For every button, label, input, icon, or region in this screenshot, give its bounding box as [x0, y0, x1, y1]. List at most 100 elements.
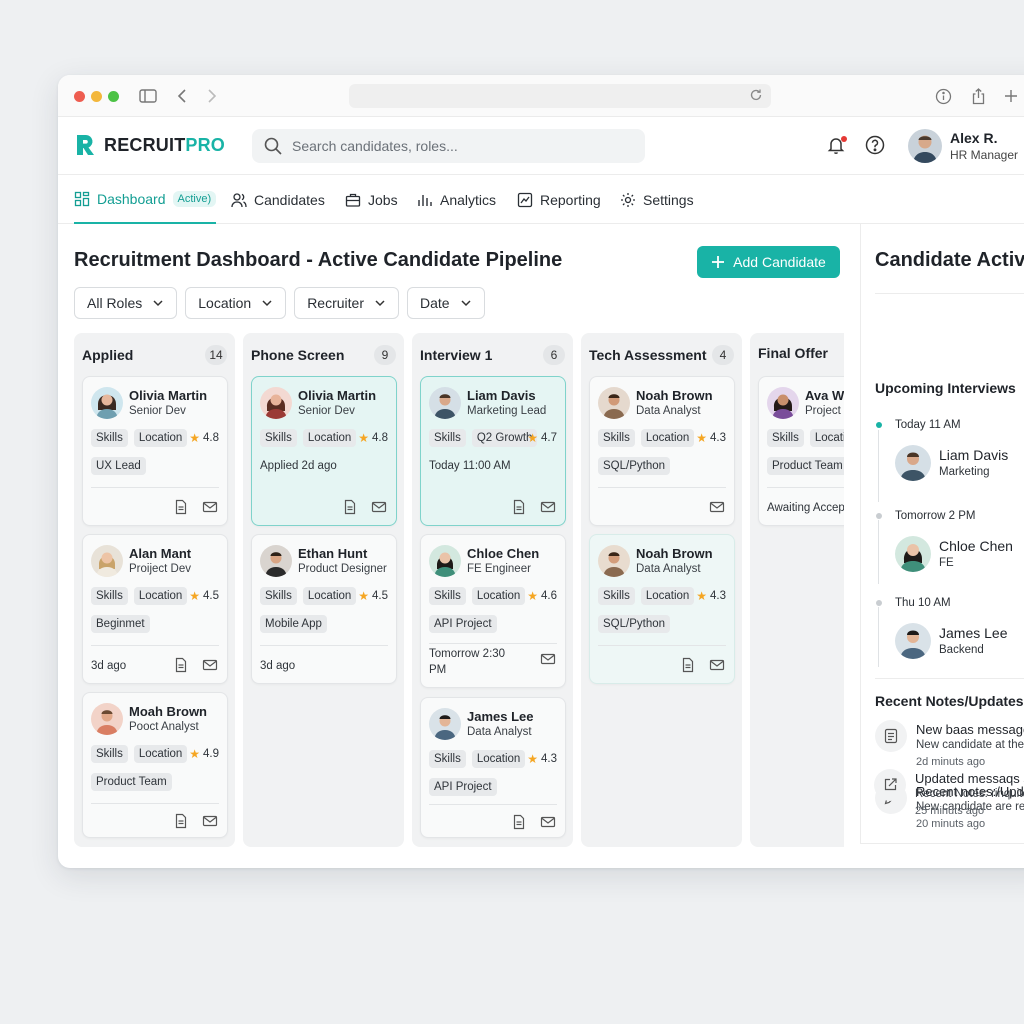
- tab-reporting-label: Reporting: [540, 191, 601, 208]
- filter-date[interactable]: Date: [406, 287, 485, 319]
- tag-extra: Product Team: [91, 773, 172, 791]
- mail-icon[interactable]: [540, 651, 556, 667]
- avatar: [91, 545, 123, 577]
- reload-icon[interactable]: [749, 88, 765, 104]
- browser-window: RECRUITPRO Alex R. HR Manager Da: [58, 75, 1024, 868]
- candidate-card[interactable]: James Lee Data Analyst Skills Location ★ 4…: [420, 697, 566, 838]
- avatar: [91, 387, 123, 419]
- tag-extra: UX Lead: [91, 457, 146, 475]
- tag-extra: API Project: [429, 778, 497, 796]
- interview-time: Thu 10 AM: [895, 597, 951, 609]
- maximize-window-button[interactable]: [108, 91, 119, 102]
- address-bar[interactable]: [349, 84, 771, 108]
- card-divider: [260, 645, 388, 646]
- interview-candidate-name[interactable]: James Lee: [939, 625, 1007, 641]
- candidate-card[interactable]: Chloe Chen FE Engineer Skills Location ★ 4…: [420, 534, 566, 688]
- back-icon[interactable]: [173, 87, 191, 105]
- info-icon[interactable]: [934, 87, 952, 105]
- tab-analytics[interactable]: Analytics: [417, 175, 496, 224]
- candidate-card[interactable]: Alan Mant Proiject Dev Skills Location ★ 4…: [82, 534, 228, 684]
- search-input[interactable]: [292, 138, 622, 154]
- filter-label: Location: [198, 295, 252, 311]
- mail-icon[interactable]: [709, 499, 725, 515]
- rating-value: 4.3: [710, 432, 726, 444]
- candidate-card[interactable]: Liam Davis Marketing Lead Skills Q2 Growt…: [420, 376, 566, 526]
- mail-icon[interactable]: [709, 657, 725, 673]
- candidate-card[interactable]: Ethan Hunt Product Designer Skills Locati…: [251, 534, 397, 684]
- star-icon: ★: [358, 589, 369, 603]
- document-icon[interactable]: [511, 499, 527, 515]
- card-divider: [91, 645, 219, 646]
- interview-candidate-name[interactable]: Liam Davis: [939, 447, 1008, 463]
- candidate-name: James Lee: [467, 709, 534, 724]
- app-header: RECRUITPRO Alex R. HR Manager: [58, 117, 1024, 175]
- dashboard-grid-icon: [74, 191, 90, 206]
- chevron-down-icon: [262, 300, 272, 307]
- card-note: 3d ago: [260, 660, 296, 672]
- avatar: [429, 545, 461, 577]
- document-icon[interactable]: [511, 814, 527, 830]
- forward-icon[interactable]: [203, 87, 221, 105]
- candidate-card[interactable]: Olivia Martin Senior Dev Skills Location …: [251, 376, 397, 526]
- notifications-bell-icon[interactable]: [826, 135, 848, 157]
- tab-candidates[interactable]: Candidates: [231, 175, 325, 224]
- interview-time: Today 11 AM: [895, 419, 961, 431]
- brand-logo[interactable]: RECRUITPRO: [74, 133, 225, 157]
- note-title[interactable]: New baas message: [916, 722, 1024, 737]
- filter-recruiter[interactable]: Recruiter: [294, 287, 399, 319]
- document-icon[interactable]: [173, 499, 189, 515]
- close-window-button[interactable]: [74, 91, 85, 102]
- tag-skills: Skills: [429, 587, 466, 605]
- document-icon[interactable]: [342, 499, 358, 515]
- help-icon[interactable]: [865, 135, 887, 157]
- user-menu[interactable]: Alex R. HR Manager: [908, 129, 1024, 163]
- search-bar[interactable]: [252, 129, 645, 163]
- rating-value: 4.9: [203, 748, 219, 760]
- mail-icon[interactable]: [202, 499, 218, 515]
- minimize-window-button[interactable]: [91, 91, 102, 102]
- document-icon[interactable]: [173, 657, 189, 673]
- document-icon[interactable]: [680, 657, 696, 673]
- candidate-role: Data Analyst: [636, 563, 701, 575]
- user-avatar: [908, 129, 942, 163]
- candidate-card[interactable]: Noah Brown Data Analyst Skills Location ★…: [589, 534, 735, 684]
- candidate-role: FE Engineer: [467, 563, 531, 575]
- note-title[interactable]: Updated messaqs s: [915, 771, 1024, 786]
- tab-jobs[interactable]: Jobs: [345, 175, 398, 224]
- timeline-dot: [876, 422, 882, 428]
- candidate-card[interactable]: Olivia Martin Senior Dev Skills Location …: [82, 376, 228, 526]
- tab-dashboard[interactable]: Dashboard Active): [74, 175, 217, 224]
- candidate-card[interactable]: Ava Wil Project M Skills Locatio Product …: [758, 376, 844, 526]
- mail-icon[interactable]: [202, 657, 218, 673]
- add-candidate-button[interactable]: Add Candidate: [697, 246, 840, 278]
- rating: ★ 4.6: [527, 589, 557, 603]
- card-note: 3d ago: [91, 660, 127, 672]
- timeline-line: [878, 430, 879, 502]
- card-divider: [598, 645, 726, 646]
- share-icon[interactable]: [969, 87, 987, 105]
- mail-icon[interactable]: [540, 499, 556, 515]
- candidate-card[interactable]: Moah Brown Pooct Analyst Skills Location …: [82, 692, 228, 838]
- mail-icon[interactable]: [202, 813, 218, 829]
- note-time: 20 minuts ago: [916, 818, 986, 830]
- mail-icon[interactable]: [371, 499, 387, 515]
- document-icon[interactable]: [173, 813, 189, 829]
- interview-candidate-name[interactable]: Chloe Chen: [939, 538, 1013, 554]
- tab-reporting[interactable]: Reporting: [517, 175, 601, 224]
- avatar: [598, 545, 630, 577]
- candidate-activity-panel: Candidate Activit Upcoming Interviews To…: [860, 224, 1024, 844]
- candidate-card[interactable]: Noah Brown Data Analyst Skills Location ★…: [589, 376, 735, 526]
- filter-all-roles[interactable]: All Roles: [74, 287, 178, 319]
- notification-badge: [841, 136, 847, 142]
- new-tab-icon[interactable]: [1002, 87, 1020, 105]
- chevron-down-icon: [153, 300, 163, 307]
- filter-location[interactable]: Location: [185, 287, 287, 319]
- avatar: [895, 536, 931, 572]
- line-chart-icon: [517, 192, 533, 207]
- candidate-name: Noah Brown: [636, 546, 713, 561]
- mail-icon[interactable]: [540, 814, 556, 830]
- note-body: New candidate at the: [916, 739, 1024, 751]
- column-tech-assessment: Tech Assessment 4 Noah Brown Data Analyst…: [581, 333, 742, 847]
- sidebar-toggle-icon[interactable]: [139, 87, 157, 105]
- tab-settings[interactable]: Settings: [620, 175, 694, 224]
